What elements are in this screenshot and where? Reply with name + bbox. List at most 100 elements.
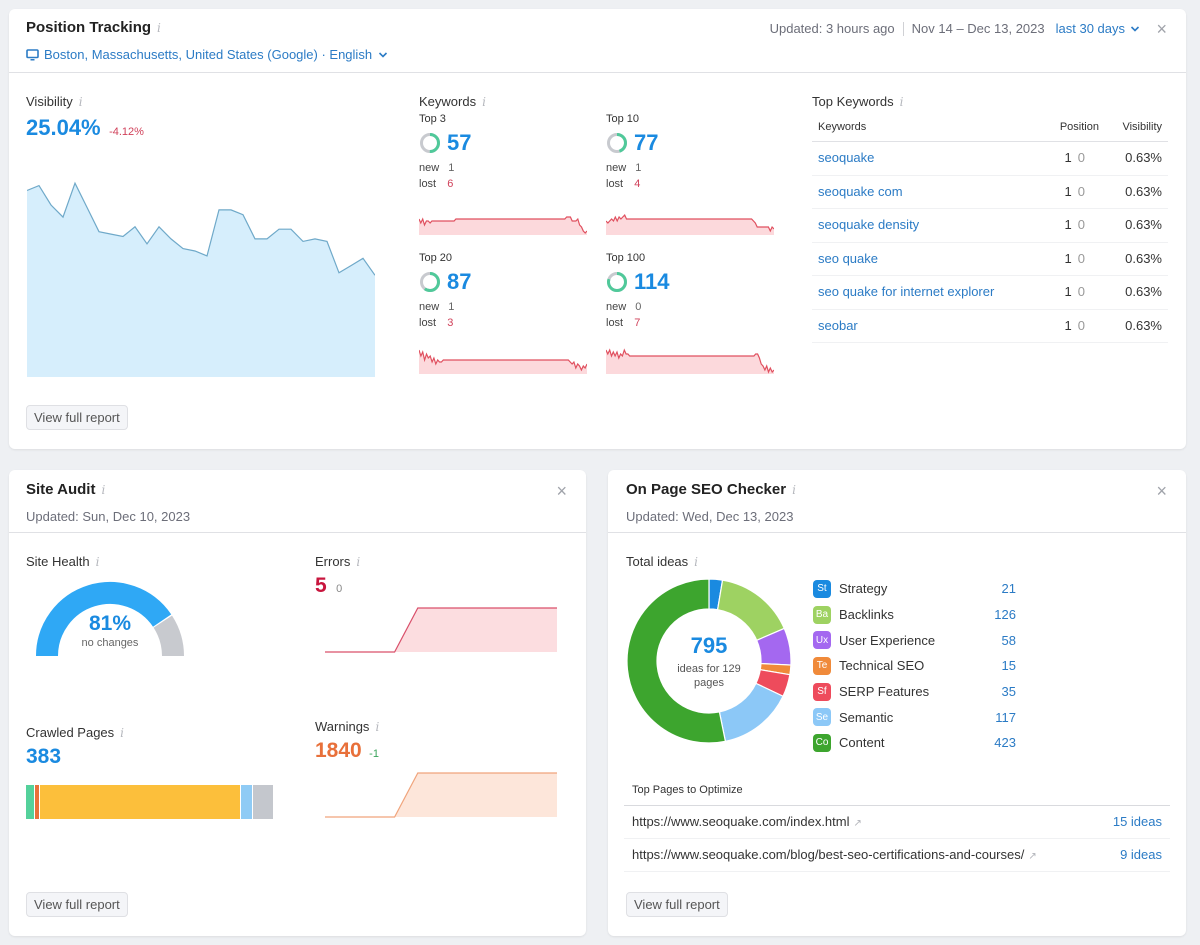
category-count[interactable]: 15 (1002, 658, 1016, 673)
category-count[interactable]: 21 (1002, 581, 1016, 596)
keyword-position-change: 0 (1077, 317, 1085, 333)
position-tracking-header: Position Tracking i Boston, Massachusetts… (9, 9, 1186, 73)
keyword-link[interactable]: seobar (818, 318, 858, 333)
external-link-icon[interactable]: ↗ (1028, 851, 1036, 862)
location-selector[interactable]: Boston, Massachusetts, United States (Go… (26, 47, 388, 62)
external-link-icon[interactable]: ↗ (854, 818, 862, 829)
crawled-bar-segment-have-issues[interactable] (39, 785, 242, 819)
new-label: new (419, 162, 440, 174)
position-tracking-widget: Position Tracking i Boston, Massachusetts… (9, 9, 1186, 449)
top-keywords-table: Keywords Position Visibility seoquake 10… (812, 115, 1168, 343)
donut-slice-backlinks[interactable] (716, 579, 786, 642)
category-count[interactable]: 126 (994, 607, 1016, 622)
page-ideas-link[interactable]: 9 ideas (1120, 847, 1162, 862)
ideas-legend: St Strategy 21 Ba Backlinks 126 Ux User Experie… (813, 576, 1016, 756)
total-ideas-value: 795 (690, 633, 728, 658)
warnings-change: -1 (369, 748, 379, 760)
legend-item-content[interactable]: Co Content 423 (813, 730, 1016, 756)
info-icon[interactable]: i (482, 95, 486, 109)
info-icon[interactable]: i (694, 555, 698, 569)
errors-label: Errors (315, 554, 351, 569)
top-pages-table: Top Pages to Optimize https://www.seoqua… (624, 778, 1170, 872)
keyword-link[interactable]: seoquake (818, 150, 874, 165)
keyword-link[interactable]: seoquake com (818, 184, 903, 199)
lost-count: 4 (634, 178, 641, 190)
legend-item-semantic[interactable]: Se Semantic 117 (813, 704, 1016, 730)
close-icon[interactable]: × (1156, 20, 1167, 38)
visibility-area (27, 183, 375, 377)
view-full-report-button[interactable]: View full report (26, 405, 128, 430)
crawled-bar-segment-healthy[interactable] (26, 785, 35, 819)
keyword-group-top-3: Top 3 57 new 1 lost 6 (419, 113, 471, 190)
keyword-visibility: 0.63% (1104, 275, 1168, 310)
table-row: seoquake com 10 0.63% (812, 175, 1168, 209)
new-count: 0 (635, 301, 642, 313)
legend-item-strategy[interactable]: St Strategy 21 (813, 576, 1016, 602)
keyword-visibility: 0.63% (1104, 175, 1168, 209)
close-icon[interactable]: × (1156, 482, 1167, 500)
info-icon[interactable]: i (79, 95, 83, 109)
crawled-bar-segment-redirects[interactable] (241, 785, 253, 819)
table-row: https://www.seoquake.com/index.html ↗ 15 i… (624, 805, 1170, 839)
table-row: https://www.seoquake.com/blog/best-seo-c… (624, 838, 1170, 872)
legend-item-backlinks[interactable]: Ba Backlinks 126 (813, 602, 1016, 628)
page-url[interactable]: https://www.seoquake.com/index.html (632, 814, 850, 829)
info-icon[interactable]: i (900, 95, 904, 109)
warnings-value: 1840 (315, 739, 362, 762)
keyword-trend-sparkline (419, 349, 587, 374)
info-icon[interactable]: i (120, 726, 124, 740)
category-count[interactable]: 35 (1002, 684, 1016, 699)
keyword-position: 1 (1064, 150, 1072, 166)
page-url[interactable]: https://www.seoquake.com/blog/best-seo-c… (632, 847, 1024, 862)
lost-count: 6 (447, 178, 454, 190)
page-ideas-link[interactable]: 15 ideas (1113, 814, 1162, 829)
period-label: last 30 days (1055, 21, 1125, 36)
keyword-group-label: Top 20 (419, 252, 453, 264)
keyword-ring-icon (607, 272, 627, 292)
donut-slice-semantic[interactable] (718, 682, 784, 743)
lost-label: lost (606, 317, 624, 329)
widget-title: Site Audit (26, 481, 96, 498)
keyword-ring-icon (420, 133, 440, 153)
keyword-link[interactable]: seo quake for internet explorer (818, 284, 994, 299)
lost-label: lost (606, 178, 624, 190)
updated-text: Updated: Sun, Dec 10, 2023 (26, 509, 191, 524)
new-count: 1 (448, 301, 455, 313)
period-dropdown[interactable]: last 30 days (1056, 21, 1140, 36)
keyword-visibility: 0.63% (1104, 242, 1168, 276)
keyword-link[interactable]: seoquake density (818, 217, 919, 232)
category-count[interactable]: 117 (995, 710, 1016, 725)
widget-title: Position Tracking (26, 19, 152, 36)
table-row: seo quake for internet explorer 10 0.63% (812, 275, 1168, 310)
category-badge-icon: Se (813, 708, 831, 727)
view-full-report-button[interactable]: View full report (626, 892, 728, 917)
keyword-position: 1 (1064, 183, 1072, 199)
legend-item-serp-features[interactable]: Sf SERP Features 35 (813, 679, 1016, 705)
keyword-visibility: 0.63% (1104, 208, 1168, 243)
crawled-bar-segment-blocked[interactable] (252, 785, 275, 819)
table-header-row: Top Pages to Optimize (624, 778, 1170, 806)
category-badge-icon: Sf (813, 682, 831, 701)
keyword-group-top-10: Top 10 77 new 1 lost 4 (606, 113, 658, 190)
warnings-area-chart (325, 772, 557, 818)
keyword-link[interactable]: seo quake (818, 251, 878, 266)
info-icon[interactable]: i (792, 483, 796, 497)
close-icon[interactable]: × (556, 482, 567, 500)
legend-item-user-experience[interactable]: Ux User Experience 58 (813, 627, 1016, 653)
keyword-position-change: 0 (1077, 250, 1085, 266)
info-icon[interactable]: i (356, 555, 360, 569)
view-full-report-button[interactable]: View full report (26, 892, 128, 917)
category-count[interactable]: 423 (994, 735, 1016, 750)
keyword-position: 1 (1064, 284, 1072, 300)
category-badge-icon: Te (813, 656, 831, 675)
category-count[interactable]: 58 (1002, 633, 1016, 648)
lost-label: lost (419, 317, 437, 329)
info-icon[interactable]: i (101, 483, 105, 497)
site-health-label: Site Health (26, 554, 90, 569)
info-icon[interactable]: i (375, 720, 379, 734)
info-icon[interactable]: i (157, 21, 161, 35)
legend-item-technical-seo[interactable]: Te Technical SEO 15 (813, 653, 1016, 679)
keyword-position: 1 (1064, 250, 1072, 266)
info-icon[interactable]: i (96, 555, 100, 569)
visibility-change: -4.12% (109, 126, 144, 138)
